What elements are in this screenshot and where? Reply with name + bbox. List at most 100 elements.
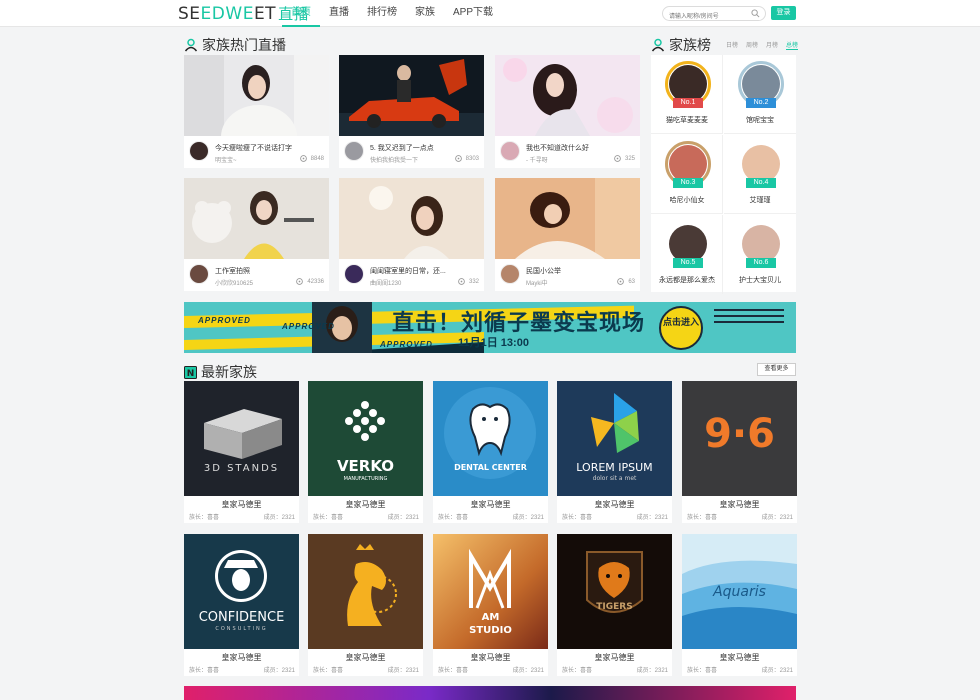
tiger-logo-mark (586, 551, 643, 613)
hot-live-heading: 家族热门直播 (184, 35, 286, 55)
login-button[interactable]: 登录 (771, 6, 796, 20)
family-logo: VERKO MANUFACTURING (308, 381, 423, 496)
streamer-name: 明宝宝~ (215, 158, 237, 164)
family-logo-subtext: dolor sit a met (592, 475, 637, 482)
banner-headline: 直击！刘循子墨变宝现场 (392, 311, 646, 336)
nav-app-download[interactable]: APP下载 (444, 0, 502, 27)
view-count: 332 (458, 278, 479, 285)
view-count: 8848 (299, 155, 324, 162)
new-families-heading: N 最新家族 (184, 362, 257, 382)
search-input[interactable] (663, 10, 749, 24)
family-members: 成员：2321 (263, 515, 295, 521)
live-card[interactable]: 5. 我又迟到了一点点 快拍我拍我受一下 8303 (339, 55, 484, 168)
banner-tape-text: APPROVED (282, 322, 335, 331)
view-count-value: 8848 (310, 155, 324, 162)
rank-item[interactable]: No.2 馆呢宝宝 (724, 55, 796, 134)
streamer-name: 快拍我拍我受一下 (370, 158, 419, 164)
bottom-banner-partial[interactable] (184, 686, 796, 700)
view-count-value: 8303 (465, 155, 479, 162)
family-card[interactable]: 9·6 皇家马德里 族长：喜喜 成员：2321 (682, 381, 797, 523)
family-card[interactable]: CONFIDENCE CONSULTING 皇家马德里 族长：喜喜 成员：232… (184, 534, 299, 676)
rank-item[interactable]: No.1 猫吃草麦麦麦 (651, 55, 723, 134)
rank-item[interactable]: No.3 哈尼小仙女 (651, 135, 723, 214)
nav-family[interactable]: 家族 (406, 0, 444, 27)
family-name: 皇家马德里 (719, 500, 760, 509)
nav-home[interactable]: 首页 (282, 0, 320, 27)
family-card[interactable]: AM STUDIO 皇家马德里 族长：喜喜 成员：2321 (433, 534, 548, 676)
user-icon (651, 38, 665, 52)
live-thumbnail (339, 55, 484, 136)
live-card[interactable]: 今天瘦啦瘦了不说话打字 明宝宝~ 8848 (184, 55, 329, 169)
rank-item[interactable]: No.4 艾瑾瑾 (724, 135, 796, 214)
live-title: 我也不知道改什么好 (526, 145, 589, 152)
family-members: 成员：2321 (263, 668, 295, 674)
banner-tape-text: APPROVED (198, 316, 251, 325)
new-badge-icon: N (184, 365, 197, 379)
family-logo-text: TIGERS (596, 602, 633, 612)
banner-cta-button[interactable]: 点击进入 (659, 306, 703, 350)
live-card[interactable]: 闺闺寝室里的日常，还... 曲闺闺1230 332 (339, 178, 484, 291)
family-logo-text: AM (481, 612, 500, 623)
live-card[interactable]: 民国小公举 Mayki中 63 (495, 178, 640, 291)
view-count-value: 63 (628, 278, 635, 285)
live-card[interactable]: 工作室拍照 小欣欣910625 42336 (184, 178, 329, 291)
horse-logo-mark (347, 544, 397, 626)
streamer-name: - 千寻呀 (526, 158, 548, 164)
family-members: 成员：2321 (387, 668, 419, 674)
ranking-heading: 家族榜 (651, 35, 711, 55)
search-icon[interactable] (751, 9, 760, 18)
family-leader: 族长：喜喜 (562, 515, 593, 521)
family-card[interactable]: LOREM IPSUM dolor sit a met 皇家马德里 族长：喜喜 … (557, 381, 672, 523)
family-card[interactable]: 3D STANDS 皇家马德里 族长：喜喜 成员：2321 (184, 381, 299, 523)
tab-daily[interactable]: 日榜 (726, 40, 738, 50)
family-card[interactable]: DENTAL CENTER 皇家马德里 族长：喜喜 成员：2321 (433, 381, 548, 523)
nav-live[interactable]: 直播 (320, 0, 358, 27)
nav-ranking[interactable]: 排行榜 (358, 0, 406, 27)
live-thumbnail (339, 178, 484, 259)
streamer-avatar[interactable] (189, 141, 209, 161)
rank-badge: No.6 (746, 258, 776, 268)
family-card[interactable]: 皇家马德里 族长：喜喜 成员：2321 (308, 534, 423, 676)
live-title: 工作室拍照 (215, 268, 250, 275)
family-members: 成员：2321 (761, 668, 793, 674)
family-leader: 族长：喜喜 (562, 668, 593, 674)
promo-banner[interactable]: APPROVED APPROVED APPROVED 直击！刘循子墨变宝现场 1… (184, 302, 796, 353)
streamer-avatar[interactable] (344, 264, 364, 284)
banner-date: 11月1日 13:00 (458, 337, 529, 349)
family-card[interactable]: Aquaris 皇家马德里 族长：喜喜 成员：2321 (682, 534, 797, 676)
rank-badge: No.2 (746, 98, 776, 108)
streamer-avatar[interactable] (189, 264, 209, 284)
live-thumbnail (495, 178, 640, 259)
streamer-avatar[interactable] (500, 141, 520, 161)
hot-live-title: 家族热门直播 (202, 37, 286, 53)
family-logo: 9·6 (682, 381, 797, 496)
family-logo-subtext: MANUFACTURING (343, 476, 388, 482)
family-card[interactable]: VERKO MANUFACTURING 皇家马德里 族长：喜喜 成员：2321 (308, 381, 423, 523)
search-box (662, 6, 766, 24)
streamer-name: Mayki中 (526, 281, 548, 287)
view-more-button[interactable]: 查看更多 (757, 363, 796, 376)
family-name: 皇家马德里 (345, 500, 386, 509)
rank-item[interactable]: No.5 永远都是那么爱杰 (651, 215, 723, 294)
family-name: 皇家马德里 (594, 653, 635, 662)
tooth-logo-mark (444, 387, 536, 479)
live-card[interactable]: 我也不知道改什么好 - 千寻呀 325 (495, 55, 640, 168)
live-title: 5. 我又迟到了一点点 (370, 145, 434, 152)
rank-item[interactable]: No.6 护士大宝贝儿 (724, 215, 796, 294)
family-logo-subtext: STUDIO (469, 625, 512, 636)
streamer-avatar[interactable] (344, 141, 364, 161)
family-card[interactable]: TIGERS 皇家马德里 族长：喜喜 成员：2321 (557, 534, 672, 676)
tab-weekly[interactable]: 周榜 (746, 40, 758, 50)
family-name: 皇家马德里 (221, 653, 262, 662)
family-logo (308, 534, 423, 649)
family-logo-text: 9·6 (704, 411, 775, 457)
svg-text:N: N (187, 369, 195, 379)
family-leader: 族长：喜喜 (189, 668, 220, 674)
family-leader: 族长：喜喜 (313, 515, 344, 521)
tab-total[interactable]: 总榜 (786, 40, 799, 50)
family-members: 成员：2321 (636, 668, 668, 674)
view-count: 63 (617, 278, 635, 285)
live-thumbnail (184, 178, 329, 259)
streamer-avatar[interactable] (500, 264, 520, 284)
tab-monthly[interactable]: 月榜 (766, 40, 778, 50)
